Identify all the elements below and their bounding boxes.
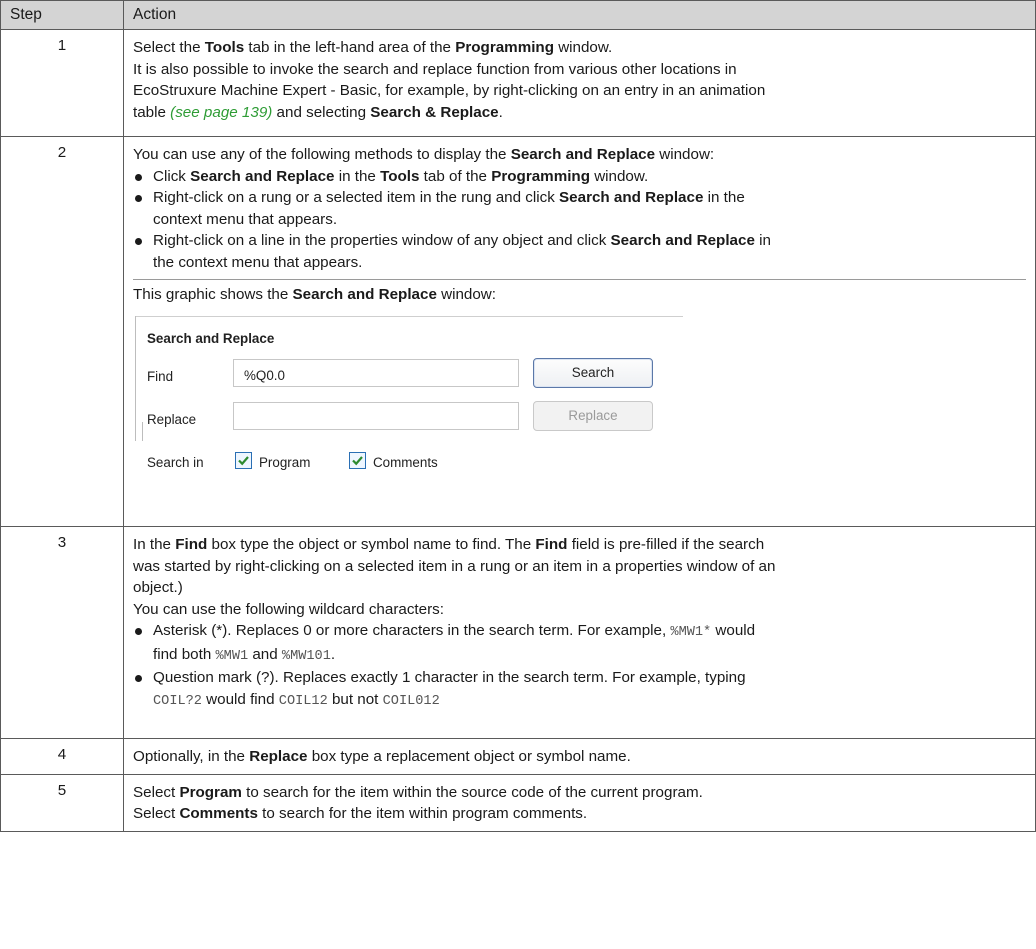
table-row: 1 Select the Tools tab in the left-hand …	[0, 29, 1036, 137]
wildcard-list: Asterisk (*). Replaces 0 or more charact…	[133, 620, 1026, 712]
replace-button[interactable]: Replace	[533, 400, 653, 431]
search-replace-dialog: Search and Replace Find %Q0.0 Search Rep…	[135, 315, 683, 470]
text-line: This graphic shows the Search and Replac…	[133, 286, 496, 303]
table-row: 4 Optionally, in the Replace box type a …	[0, 738, 1036, 775]
step-number: 4	[0, 738, 124, 775]
text-line: EcoStruxure Machine Expert - Basic, for …	[133, 82, 766, 99]
divider	[133, 279, 1026, 280]
text-line: object.)	[133, 579, 183, 596]
header-row: Step Action	[0, 0, 1036, 30]
header-action: Action	[123, 0, 1036, 30]
step-number: 2	[0, 136, 124, 527]
text-line: You can use the following wildcard chara…	[133, 600, 444, 618]
find-label: Find	[147, 368, 174, 384]
text-line: In the Find box type the object or symbo…	[133, 536, 765, 553]
replace-input[interactable]	[233, 401, 519, 430]
page-reference-link[interactable]: (see page 139)	[170, 104, 272, 121]
replace-label: Replace	[147, 411, 197, 427]
list-item: Right-click on a line in the properties …	[133, 230, 1026, 273]
text-line: You can use any of the following methods…	[133, 146, 715, 163]
action-cell: Select the Tools tab in the left-hand ar…	[123, 29, 1036, 137]
list-item: Right-click on a rung or a selected item…	[133, 187, 1026, 230]
text-line: Select the Tools tab in the left-hand ar…	[133, 39, 613, 56]
table-row: 2 You can use any of the following metho…	[0, 136, 1036, 527]
list-item: Asterisk (*). Replaces 0 or more charact…	[133, 620, 1026, 667]
table-row: 3 In the Find box type the object or sym…	[0, 526, 1036, 739]
search-button[interactable]: Search	[533, 357, 653, 388]
checkmark-icon	[352, 455, 363, 465]
text-line: Select Comments to search for the item w…	[133, 805, 588, 822]
step-number: 5	[0, 773, 124, 832]
comments-checkbox-label: Comments	[373, 454, 438, 470]
program-checkbox[interactable]	[235, 451, 252, 469]
checkmark-icon	[238, 455, 249, 465]
table-row: 5 Select Program to search for the item …	[0, 773, 1036, 832]
list-item: Question mark (?). Replaces exactly 1 ch…	[133, 667, 1026, 712]
step-number: 3	[0, 526, 124, 739]
action-cell: In the Find box type the object or symbo…	[123, 526, 1036, 739]
program-checkbox-label: Program	[259, 454, 311, 470]
step-number: 1	[0, 29, 124, 137]
action-cell: You can use any of the following methods…	[123, 136, 1036, 527]
dialog-title: Search and Replace	[147, 330, 275, 346]
steps-table: Step Action 1 Select the Tools tab in th…	[0, 0, 1036, 832]
text-line: Select Program to search for the item wi…	[133, 783, 703, 801]
action-cell: Optionally, in the Replace box type a re…	[123, 738, 1036, 775]
list-item: Click Search and Replace in the Tools ta…	[133, 166, 1026, 188]
header-step: Step	[0, 0, 124, 30]
text-line: It is also possible to invoke the search…	[133, 60, 737, 78]
action-cell: Select Program to search for the item wi…	[123, 773, 1036, 832]
find-input[interactable]: %Q0.0	[233, 358, 519, 387]
search-in-label: Search in	[147, 454, 204, 470]
comments-checkbox[interactable]	[349, 451, 366, 469]
method-list: Click Search and Replace in the Tools ta…	[133, 166, 1026, 274]
text-line: table (see page 139) and selecting Searc…	[133, 103, 503, 121]
text-line: was started by right-clicking on a selec…	[133, 557, 776, 575]
